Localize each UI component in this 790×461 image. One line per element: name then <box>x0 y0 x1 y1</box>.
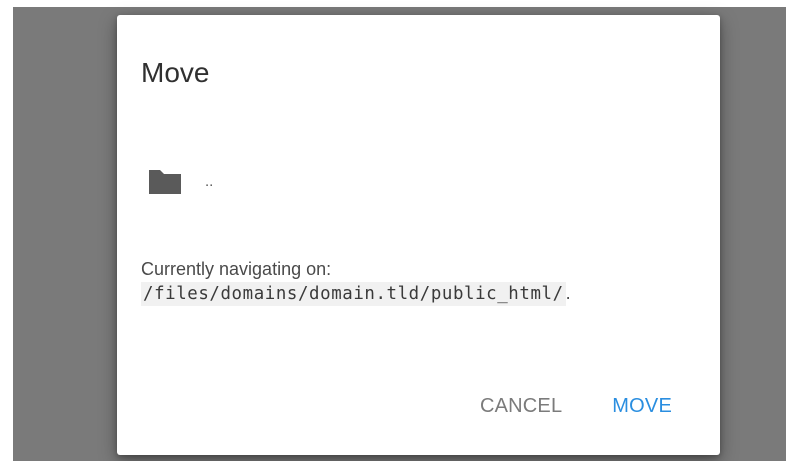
navigation-info: Currently navigating on: /files/domains/… <box>141 258 571 306</box>
dialog-title: Move <box>141 57 210 88</box>
list-item-parent-folder[interactable]: .. <box>147 165 213 197</box>
current-path: /files/domains/domain.tld/public_html/ <box>141 282 566 306</box>
folder-name: .. <box>205 172 214 190</box>
cancel-button[interactable]: CANCEL <box>480 395 562 418</box>
dialog-actions: CANCEL MOVE <box>480 395 672 418</box>
navigation-path-line: /files/domains/domain.tld/public_html/. <box>141 282 571 306</box>
folder-icon <box>147 166 183 196</box>
move-dialog: Move .. Currently navigating on: /files/… <box>117 15 720 455</box>
path-suffix: . <box>565 283 571 303</box>
navigation-label: Currently navigating on: <box>141 259 332 279</box>
move-button[interactable]: MOVE <box>612 395 672 418</box>
